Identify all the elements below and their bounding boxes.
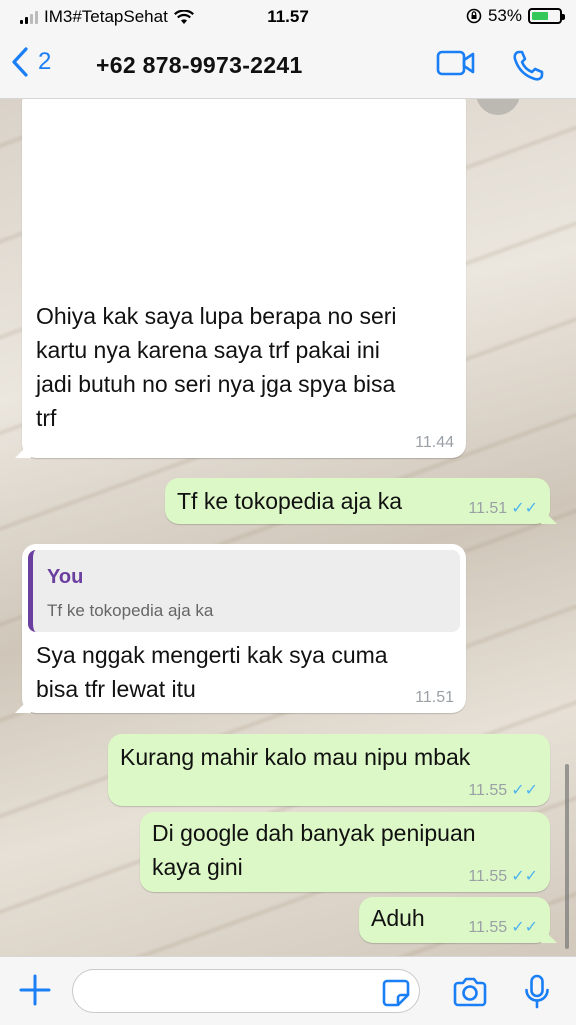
- message-meta: 11.55 ✓✓: [468, 868, 538, 886]
- quote-text: Tf ke tokopedia aja ka: [47, 601, 214, 620]
- message-bubble-incoming[interactable]: Ohiya kak saya lupa berapa no seri kartu…: [15, 99, 466, 458]
- input-bar: [0, 956, 576, 1025]
- camera-button[interactable]: [452, 977, 488, 1012]
- message-line: trf: [36, 405, 57, 431]
- video-call-icon: [436, 50, 475, 76]
- message-text: Kurang mahir kalo mau nipu mbak: [120, 744, 471, 770]
- message-text: Tf ke tokopedia aja ka: [177, 488, 403, 514]
- message-bubble-outgoing[interactable]: Tf ke tokopedia aja ka 11.51 ✓✓: [165, 478, 557, 524]
- message-bubble-incoming[interactable]: You Tf ke tokopedia aja ka Sya nggak men…: [15, 544, 466, 713]
- message-input-field[interactable]: [72, 969, 420, 1013]
- battery-icon: [528, 8, 565, 24]
- bubble-tail: [15, 442, 31, 458]
- read-ticks-icon: ✓✓: [511, 500, 538, 517]
- battery-percent: 53%: [487, 6, 522, 25]
- bubble-tail: [541, 927, 557, 943]
- read-ticks-icon: ✓✓: [511, 868, 538, 885]
- message-line: Di google dah banyak penipuan: [152, 820, 476, 846]
- read-ticks-icon: ✓✓: [511, 782, 538, 799]
- bubble-tail: [15, 697, 31, 713]
- message-time: 11.44: [415, 434, 454, 451]
- message-text: Ohiya kak saya lupa berapa no seri kartu…: [36, 299, 456, 435]
- message-text: Aduh: [371, 905, 425, 931]
- message-bubble-outgoing[interactable]: Di google dah banyak penipuan kaya gini …: [140, 812, 550, 892]
- message-text: Sya nggak mengerti kak sya cuma bisa tfr…: [36, 638, 456, 706]
- voice-record-button[interactable]: [524, 974, 550, 1015]
- message-text: Di google dah banyak penipuan kaya gini: [152, 816, 476, 884]
- sticker-icon: [382, 979, 410, 1007]
- unread-count: 2: [38, 48, 52, 75]
- bubble-tail: [541, 508, 557, 524]
- orientation-lock-icon: [466, 8, 482, 24]
- message-meta: 11.44: [415, 434, 454, 452]
- plus-icon: [19, 974, 51, 1006]
- message-time: 11.55: [468, 868, 508, 885]
- message-meta: 11.51: [415, 689, 454, 707]
- message-meta: 11.55 ✓✓: [468, 919, 538, 937]
- message-meta: 11.55 ✓✓: [468, 782, 538, 800]
- forward-button[interactable]: [476, 99, 520, 115]
- back-button[interactable]: 2: [10, 46, 51, 78]
- message-time: 11.51: [415, 689, 454, 706]
- message-time: 11.51: [468, 500, 508, 517]
- message-line: kartu nya karena saya trf pakai ini: [36, 337, 380, 363]
- message-bubble-outgoing[interactable]: Aduh 11.55 ✓✓: [359, 897, 557, 943]
- contact-name[interactable]: +62 878-9973-2241: [96, 52, 303, 79]
- message-line: jadi butuh no seri nya jga spya bisa: [36, 371, 396, 397]
- message-line: kaya gini: [152, 854, 243, 880]
- read-ticks-icon: ✓✓: [511, 919, 538, 936]
- message-line: Sya nggak mengerti kak sya cuma: [36, 642, 388, 668]
- microphone-icon: [525, 974, 549, 1009]
- status-bar: IM3#TetapSehat 11.57 53%: [0, 0, 576, 34]
- scrollbar[interactable]: [565, 764, 569, 949]
- chat-area[interactable]: Ohiya kak saya lupa berapa no seri kartu…: [0, 99, 576, 956]
- quote-author: You: [47, 566, 84, 588]
- message-input[interactable]: [87, 970, 381, 1012]
- message-bubble-outgoing[interactable]: Kurang mahir kalo mau nipu mbak 11.55 ✓✓: [108, 734, 550, 806]
- back-chevron-icon: [12, 47, 28, 77]
- camera-icon: [453, 977, 487, 1007]
- message-line: bisa tfr lewat itu: [36, 676, 196, 702]
- message-meta: 11.51 ✓✓: [468, 500, 538, 518]
- voice-call-button[interactable]: [510, 48, 546, 89]
- message-line: Ohiya kak saya lupa berapa no seri: [36, 303, 397, 329]
- phone-icon: [513, 50, 544, 81]
- video-call-button[interactable]: [436, 48, 476, 83]
- chat-header: 2 +62 878-9973-2241: [0, 34, 576, 99]
- quoted-message[interactable]: You Tf ke tokopedia aja ka: [28, 550, 460, 632]
- message-time: 11.55: [468, 782, 508, 799]
- sticker-button[interactable]: [382, 979, 410, 1012]
- message-time: 11.55: [468, 919, 508, 936]
- attach-button[interactable]: [18, 973, 52, 1012]
